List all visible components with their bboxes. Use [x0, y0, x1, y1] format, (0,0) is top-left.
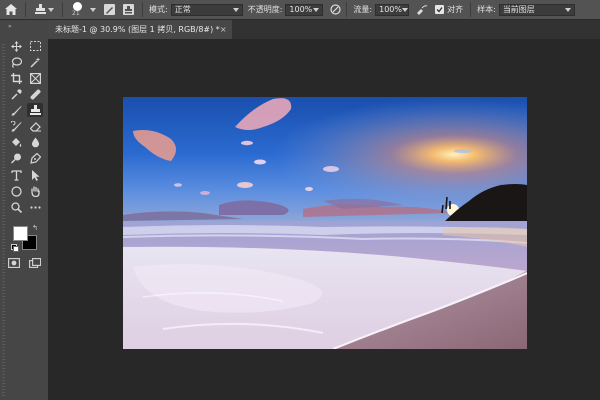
clone-source-icon[interactable] — [123, 4, 134, 15]
quick-mask-icon — [8, 258, 20, 268]
eraser-icon — [29, 121, 41, 132]
pressure-opacity-button[interactable] — [328, 3, 342, 17]
chevron-down-icon — [313, 7, 320, 12]
brush-preset-picker[interactable]: 21 — [66, 0, 90, 19]
separator — [142, 2, 143, 17]
separator — [25, 2, 26, 17]
eyedropper-icon — [10, 88, 22, 100]
move-icon — [10, 40, 22, 52]
document-tab-title: 未标题-1 @ 30.9% (图层 1 拷贝, RGB/8#) * — [55, 25, 220, 34]
hand-icon — [30, 185, 40, 197]
opacity-input[interactable]: 100% — [285, 3, 324, 16]
opacity-value: 100% — [289, 4, 313, 14]
chevron-down-icon — [564, 7, 571, 12]
mode-select[interactable]: 正常 — [170, 3, 243, 16]
eraser-tool[interactable] — [27, 119, 43, 133]
frame-tool[interactable] — [27, 71, 43, 85]
mode-label: 模式: — [149, 5, 168, 14]
type-tool[interactable] — [8, 168, 24, 182]
home-button[interactable] — [0, 0, 22, 19]
paint-bucket-tool[interactable] — [8, 135, 24, 149]
flow-label: 流量: — [353, 5, 373, 14]
paint-bucket-icon — [11, 137, 21, 147]
healing-brush-tool[interactable] — [27, 87, 43, 101]
eyedropper-tool[interactable] — [8, 87, 24, 101]
water-drop-icon — [31, 137, 39, 147]
zoom-tool[interactable] — [8, 200, 24, 214]
arrow-pointer-icon — [31, 169, 39, 181]
panel-grip[interactable] — [2, 44, 5, 396]
chevron-down-icon — [401, 7, 408, 12]
marquee-tool[interactable] — [27, 39, 43, 53]
document-tab-bar: 未标题-1 @ 30.9% (图层 1 拷贝, RGB/8#) * × — [48, 20, 600, 39]
screen-mode-button[interactable] — [27, 256, 43, 270]
dodge-icon — [10, 153, 21, 164]
separator — [346, 2, 348, 17]
crop-tool[interactable] — [8, 71, 24, 85]
path-selection-tool[interactable] — [27, 168, 43, 182]
hand-tool[interactable] — [27, 184, 43, 198]
crop-icon — [10, 72, 22, 84]
chevron-down-icon[interactable] — [90, 7, 96, 12]
default-colors-icon[interactable] — [11, 244, 19, 252]
foreground-color-swatch[interactable] — [13, 226, 28, 241]
ellipse-icon — [10, 185, 22, 197]
ellipsis-icon — [29, 205, 41, 209]
separator — [62, 2, 63, 17]
dodge-tool[interactable] — [8, 151, 24, 165]
blur-tool[interactable] — [27, 135, 43, 149]
history-brush-icon — [10, 120, 21, 132]
sample-value: 当前图层 — [502, 4, 535, 14]
clone-stamp-icon — [29, 104, 41, 115]
panel-collapse-button[interactable]: » — [8, 23, 12, 30]
magic-wand-icon — [29, 56, 41, 68]
opacity-label: 不透明度: — [247, 5, 283, 14]
sample-select[interactable]: 当前图层 — [498, 3, 575, 16]
quick-mask-button[interactable] — [6, 256, 22, 270]
options-bar: 21 模式: 正常 不透明度: 100% 流量: 100% 对齐 样本: 当前图… — [0, 0, 600, 20]
clone-stamp-icon — [34, 4, 46, 14]
brush-tool[interactable] — [8, 103, 24, 117]
separator — [470, 2, 472, 17]
brush-icon — [11, 105, 21, 116]
tools-panel: » ↰ — [0, 20, 48, 400]
tool-preset-picker[interactable] — [29, 4, 59, 15]
flow-input[interactable]: 100% — [375, 3, 410, 16]
flow-value: 100% — [379, 4, 402, 14]
rectangle-marquee-icon — [29, 41, 41, 51]
chevron-down-icon — [47, 7, 54, 12]
airbrush-button[interactable] — [415, 3, 429, 17]
pen-icon — [29, 152, 41, 164]
magnifier-icon — [10, 201, 22, 213]
aligned-label: 对齐 — [447, 5, 464, 14]
aligned-checkbox[interactable] — [435, 5, 445, 14]
mode-value: 正常 — [174, 4, 191, 14]
swap-colors-icon[interactable]: ↰ — [32, 224, 38, 232]
screen-mode-icon — [29, 258, 41, 268]
document-canvas[interactable] — [123, 97, 527, 349]
lasso-icon — [11, 56, 22, 68]
chevron-down-icon — [232, 7, 239, 12]
brush-settings-icon[interactable] — [104, 4, 115, 15]
type-icon — [10, 169, 22, 181]
ellipse-tool[interactable] — [8, 184, 24, 198]
history-brush-tool[interactable] — [8, 119, 24, 133]
bandage-icon — [29, 88, 41, 100]
airbrush-icon — [417, 5, 428, 15]
pen-tool[interactable] — [27, 151, 43, 165]
lasso-tool[interactable] — [8, 55, 24, 69]
brush-size: 21 — [72, 10, 80, 17]
close-tab-icon[interactable]: × — [220, 25, 227, 34]
frame-icon — [29, 72, 41, 84]
magic-wand-tool[interactable] — [27, 55, 43, 69]
sample-label: 样本: — [477, 5, 496, 14]
pressure-icon — [330, 4, 341, 15]
move-tool[interactable] — [8, 39, 24, 53]
home-icon — [5, 4, 17, 15]
clone-stamp-tool[interactable] — [27, 103, 43, 117]
checkmark-icon — [436, 7, 443, 13]
document-tab[interactable]: 未标题-1 @ 30.9% (图层 1 拷贝, RGB/8#) * × — [48, 20, 232, 39]
more-tools[interactable] — [27, 200, 43, 214]
